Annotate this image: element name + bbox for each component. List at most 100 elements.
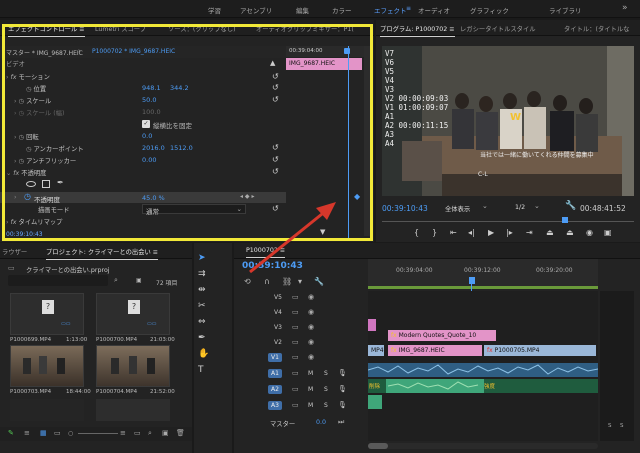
add-marker-icon[interactable]: ▾ <box>298 277 302 286</box>
anchor-y-value[interactable]: 1512.0 <box>170 144 193 152</box>
go-to-in-icon[interactable]: ⇤ <box>450 228 457 237</box>
mark-in-icon[interactable]: { <box>414 228 419 237</box>
workspace-tab-learn[interactable]: 学習 <box>208 5 221 15</box>
bin-icon[interactable]: ▣ <box>136 277 142 284</box>
track-target-a1[interactable]: A1 <box>268 369 282 378</box>
project-thumb-5[interactable] <box>10 399 84 421</box>
freeform-view-icon[interactable]: ▭ <box>54 429 61 437</box>
scrubber-playhead[interactable] <box>562 217 568 223</box>
master-clip-label[interactable]: マスター * IMG_9687.HEIC <box>6 48 83 57</box>
opacity-value[interactable]: 45.0 % <box>142 194 165 202</box>
eye-icon[interactable]: ◉ <box>308 293 314 301</box>
pen-mask-icon[interactable]: ✒ <box>57 178 64 187</box>
sync-lock-icon[interactable]: ▭ <box>292 293 299 301</box>
track-header-v4[interactable]: V4 ▭ ◉ <box>234 306 368 320</box>
slip-tool-icon[interactable]: ⇔ <box>198 317 206 327</box>
ripple-edit-tool-icon[interactable]: ⇹ <box>198 285 206 295</box>
mute-button[interactable]: M <box>308 370 313 377</box>
mute-button[interactable]: M <box>308 386 313 393</box>
uniform-scale-checkbox[interactable]: ✓ <box>142 120 150 128</box>
sync-lock-icon[interactable]: ▭ <box>292 369 299 377</box>
mini-ruler[interactable]: 00:39:04:00 <box>286 46 364 57</box>
sync-lock-icon[interactable]: ▭ <box>292 323 299 331</box>
tab-project[interactable]: プロジェクト: クライマーとの出会い ≡ <box>46 247 159 260</box>
sync-lock-icon[interactable]: ▭ <box>292 385 299 393</box>
tab-media-browser[interactable]: ラウザー <box>2 247 27 256</box>
ellipse-mask-icon[interactable] <box>26 181 36 187</box>
snap-icon[interactable]: ∩ <box>264 277 270 286</box>
go-to-out-icon[interactable]: ⇥ <box>526 228 533 237</box>
tab-source[interactable]: ソース：(クリップなし) <box>168 24 236 33</box>
play-icon[interactable]: ▶ <box>488 228 494 237</box>
anchor-x-value[interactable]: 2016.0 <box>142 144 165 152</box>
sync-lock-icon[interactable]: ▭ <box>292 338 299 346</box>
track-target-a3[interactable]: A3 <box>268 401 282 410</box>
linked-selection-icon[interactable]: ⛓ <box>282 277 292 286</box>
solo-button[interactable]: S <box>324 402 328 409</box>
reset-opacity-section-icon[interactable]: ↺ <box>272 167 366 176</box>
track-select-tool-icon[interactable]: ⇉ <box>198 269 206 279</box>
track-header-v5[interactable]: V5 ▭ ◉ <box>234 291 368 305</box>
eye-icon[interactable]: ◉ <box>308 353 314 361</box>
microphone-icon[interactable]: 🎙 <box>338 385 347 393</box>
more-icon[interactable]: » <box>622 3 628 13</box>
reset-blend-icon[interactable]: ↺ <box>272 204 366 213</box>
wrench-icon[interactable]: 🔧 <box>565 201 576 211</box>
track-target-a2[interactable]: A2 <box>268 385 282 394</box>
antiflicker-value[interactable]: 0.00 <box>142 156 156 164</box>
position-x-value[interactable]: 948.1 <box>142 84 161 92</box>
image-clip[interactable]: fx IMG_9687.HEIC <box>388 345 482 356</box>
track-header-master[interactable]: マスター 0.0 ⏭ <box>234 417 368 429</box>
mini-clip-bar[interactable]: IMG_9687.HEIC <box>286 58 362 70</box>
menu-icon[interactable]: ≡ <box>406 5 411 12</box>
playhead-marker[interactable] <box>344 48 350 54</box>
fit-select[interactable]: 全体表示 ⌄ <box>442 202 506 213</box>
solo-button[interactable]: S <box>324 386 328 393</box>
motion-effect-row[interactable]: › fx モーション <box>6 72 284 82</box>
tab-audio-clip-mixer[interactable]: オーディオクリップミキサー：P1( <box>256 24 354 33</box>
program-video-frame[interactable]: V7 V6 V5 V4 V3 V2 00:00:09:03 V1 01:00:0… <box>382 46 634 196</box>
track-header-v1[interactable]: V1 ▭ ◉ <box>234 351 368 365</box>
clip-v1-left[interactable]: MP4 <box>368 345 384 356</box>
tab-title[interactable]: タイトル：(タイトルな <box>564 24 629 33</box>
step-back-icon[interactable]: ◂| <box>468 228 475 237</box>
workspace-tab-audio[interactable]: オーディオ <box>418 5 450 15</box>
pen-tool-icon[interactable]: ✒ <box>198 333 206 343</box>
trash-icon[interactable]: 🗑 <box>176 429 185 437</box>
track-header-v2[interactable]: V2 ▭ ◉ <box>234 336 368 350</box>
clip-v3[interactable] <box>368 319 376 331</box>
workspace-tab-effects[interactable]: エフェクト <box>374 5 407 15</box>
tab-sequence[interactable]: P1000702 ≡ <box>246 247 286 258</box>
microphone-icon[interactable]: 🎙 <box>338 401 347 409</box>
work-area-bar[interactable] <box>368 286 598 289</box>
nest-icon[interactable]: ⟲ <box>244 277 251 286</box>
audio-clip-a3[interactable] <box>368 395 382 409</box>
razor-tool-icon[interactable]: ✂ <box>198 301 206 311</box>
reset-position-icon[interactable]: ↺ <box>272 83 366 92</box>
project-thumb-6[interactable] <box>96 399 170 421</box>
sort-icon[interactable]: ≡ <box>120 429 126 437</box>
timeline-scrollbar[interactable] <box>368 443 598 449</box>
project-search-input[interactable] <box>8 275 108 286</box>
solo-button[interactable]: S <box>324 370 328 377</box>
step-forward-icon[interactable]: |▸ <box>506 228 513 237</box>
tab-lumetri-scopes[interactable]: Lumetri スコープ <box>95 24 146 33</box>
icon-view-icon[interactable]: ▦ <box>40 429 47 437</box>
reset-motion-icon[interactable]: ↺ <box>272 72 366 81</box>
project-thumb-4[interactable] <box>96 345 170 387</box>
new-bin-icon[interactable]: ▣ <box>162 429 169 437</box>
eye-icon[interactable]: ◉ <box>308 323 314 331</box>
sequence-clip-label[interactable]: P1000702 * IMG_9687.HEIC <box>92 48 175 55</box>
automate-icon[interactable]: ▭ <box>134 429 141 437</box>
lift-icon[interactable]: ⏏ <box>546 228 554 237</box>
sync-lock-icon[interactable]: ▭ <box>292 353 299 361</box>
opacity-effect-row[interactable]: ⌄ fx 不透明度 <box>6 168 284 178</box>
filter-icon[interactable]: ▼ <box>320 228 325 236</box>
sync-lock-icon[interactable]: ▭ <box>292 308 299 316</box>
reset-antiflicker-icon[interactable]: ↺ <box>272 155 366 164</box>
track-header-v3[interactable]: V3 ▭ ◉ <box>234 321 368 335</box>
project-thumb-2[interactable]: ? ▭▭ <box>96 293 170 335</box>
mark-out-icon[interactable]: } <box>432 228 437 237</box>
tab-legacy-title-styles[interactable]: レガシータイトルスタイル <box>460 24 536 33</box>
rotation-value[interactable]: 0.0 <box>142 132 152 140</box>
